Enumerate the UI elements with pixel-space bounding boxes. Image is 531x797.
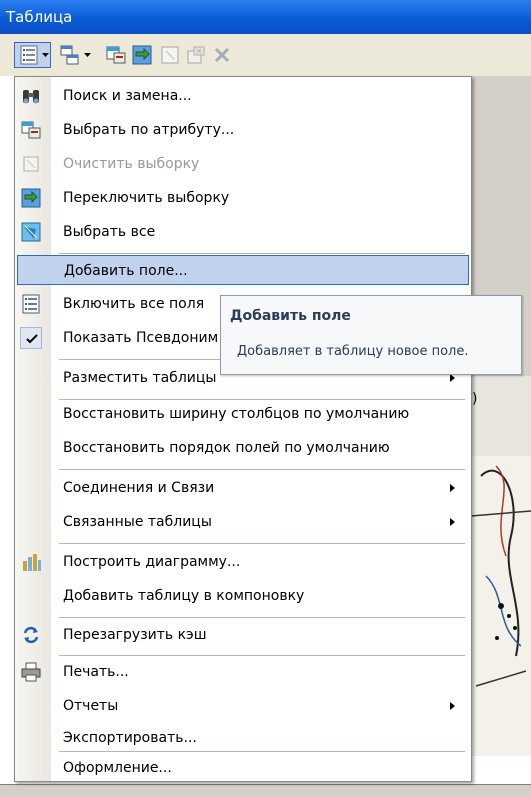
select-by-attributes-icon	[106, 46, 126, 64]
menu-item-reports[interactable]: Отчеты	[17, 691, 469, 721]
add-field-tooltip: Добавить поле Добавляет в таблицу новое …	[220, 295, 522, 375]
menu-separator	[59, 469, 465, 470]
menu-item-label: Поиск и замена...	[63, 88, 192, 104]
menu-item-related-tables[interactable]: Связанные таблицы	[17, 507, 469, 537]
related-tables-button[interactable]	[58, 43, 82, 67]
menu-item-label: Отчеты	[63, 698, 119, 714]
menu-item-label: Построить диаграмму...	[63, 554, 241, 570]
switch-selection-icon	[132, 45, 152, 65]
window-title: Таблица	[6, 8, 73, 26]
menu-separator	[59, 617, 465, 618]
menu-item-reload-cache[interactable]: Перезагрузить кэш	[17, 620, 469, 650]
binoculars-icon	[20, 85, 42, 107]
submenu-arrow-icon	[450, 374, 455, 382]
table-column-band	[471, 376, 531, 456]
menu-item-create-graph[interactable]: Построить диаграмму...	[17, 547, 469, 577]
menu-item-switch-selection[interactable]: Переключить выборку	[17, 183, 469, 213]
menu-item-label: Восстановить ширину столбцов по умолчани…	[63, 406, 410, 422]
submenu-arrow-icon	[450, 484, 455, 492]
delete-icon	[214, 47, 230, 63]
menu-item-label: Выбрать по атрибуту...	[63, 122, 235, 138]
refresh-icon	[20, 624, 42, 646]
menu-item-select-all[interactable]: Выбрать все	[17, 217, 469, 247]
table-options-dropdown[interactable]	[40, 42, 51, 68]
menu-item-label: Добавить таблицу в компоновку	[63, 588, 305, 604]
menu-item-export[interactable]: Экспортировать...	[17, 723, 469, 753]
menu-separator	[59, 543, 465, 544]
menu-item-select-by-attributes[interactable]: Выбрать по атрибуту...	[17, 115, 469, 145]
submenu-arrow-icon	[450, 518, 455, 526]
tooltip-title: Добавить поле	[230, 308, 351, 324]
menu-item-restore-field-order[interactable]: Восстановить порядок полей по умолчанию	[17, 433, 469, 463]
window-title-bar: Таблица	[0, 0, 531, 34]
menu-item-label: Показать Псевдоним	[63, 330, 219, 346]
menu-item-appearance[interactable]: Оформление...	[17, 753, 469, 783]
menu-separator	[59, 751, 465, 752]
bar-chart-icon	[20, 551, 42, 573]
menu-item-clear-selection[interactable]: Очистить выборку	[17, 149, 469, 179]
table-options-menu: Поиск и замена... Выбрать по атрибуту...…	[14, 76, 472, 782]
switch-selection-icon	[20, 187, 42, 209]
menu-item-label: Перезагрузить кэш	[63, 627, 207, 643]
fields-list-icon	[20, 293, 42, 315]
menu-item-label: Соединения и Связи	[63, 480, 215, 496]
map-drawing	[470, 456, 531, 756]
chevron-down-icon	[42, 53, 49, 57]
zoom-selected-icon	[187, 46, 205, 64]
related-tables-icon	[60, 45, 79, 65]
menu-item-add-field[interactable]: Добавить поле...	[17, 255, 469, 285]
menu-item-label: Связанные таблицы	[63, 514, 212, 530]
status-bar	[0, 784, 531, 797]
menu-item-add-table-to-layout[interactable]: Добавить таблицу в компоновку	[17, 581, 469, 611]
menu-separator	[59, 655, 465, 656]
table-toolbar	[0, 34, 531, 77]
clear-selection-button[interactable]	[158, 43, 182, 67]
menu-item-label: Печать...	[63, 664, 129, 680]
select-by-attributes-button[interactable]	[104, 43, 128, 67]
related-tables-dropdown[interactable]	[82, 42, 93, 68]
menu-item-find-replace[interactable]: Поиск и замена...	[17, 81, 469, 111]
tooltip-body: Добавляет в таблицу новое поле.	[237, 344, 469, 359]
menu-separator	[59, 253, 465, 254]
menu-item-label: Включить все поля	[63, 296, 205, 312]
menu-item-label: Экспортировать...	[63, 730, 197, 746]
delete-selected-button[interactable]	[210, 43, 234, 67]
menu-item-label: Восстановить порядок полей по умолчанию	[63, 440, 390, 456]
menu-item-label: Оформление...	[63, 760, 172, 776]
menu-item-joins-relates[interactable]: Соединения и Связи	[17, 473, 469, 503]
menu-item-label: Выбрать все	[63, 224, 156, 240]
table-options-icon	[20, 45, 38, 65]
switch-selection-button[interactable]	[130, 43, 154, 67]
menu-item-label: Добавить поле...	[64, 263, 188, 279]
table-options-button[interactable]	[17, 43, 41, 67]
menu-item-label: Переключить выборку	[63, 190, 230, 206]
printer-icon	[20, 661, 42, 683]
select-by-attributes-icon	[20, 119, 42, 141]
menu-item-restore-column-widths[interactable]: Восстановить ширину столбцов по умолчани…	[17, 399, 469, 429]
check-icon	[20, 327, 42, 349]
menu-item-label: Разместить таблицы	[63, 370, 217, 386]
select-all-icon	[20, 221, 42, 243]
clear-selection-icon	[161, 46, 179, 64]
zoom-to-selected-button[interactable]	[184, 43, 208, 67]
menu-item-label: Очистить выборку	[63, 156, 200, 172]
clear-selection-icon	[20, 153, 42, 175]
submenu-arrow-icon	[450, 702, 455, 710]
menu-item-print[interactable]: Печать...	[17, 657, 469, 687]
chevron-down-icon	[84, 53, 91, 57]
map-view	[470, 456, 531, 756]
table-field-text: )	[472, 391, 478, 407]
